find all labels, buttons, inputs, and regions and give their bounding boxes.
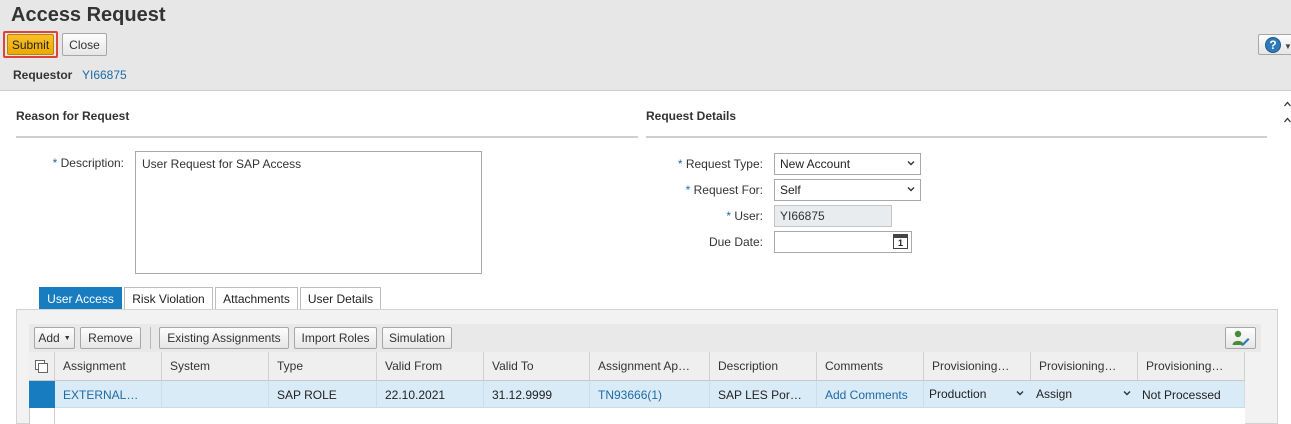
user-settings-button[interactable]	[1225, 327, 1256, 349]
requestor-label: Requestor	[13, 68, 73, 82]
request-type-label-text: Request Type:	[685, 157, 763, 171]
add-button[interactable]: Add ▼	[34, 327, 75, 349]
tab-user-details[interactable]: User Details	[300, 287, 381, 310]
chevron-down-icon	[907, 161, 915, 166]
col-header-valid-from[interactable]: Valid From	[377, 352, 484, 381]
chevron-down-icon	[1016, 391, 1024, 396]
col-header-assignment-approver[interactable]: Assignment Ap…	[590, 352, 710, 381]
required-mark: *	[726, 209, 731, 223]
reason-section-title: Reason for Request	[16, 109, 130, 123]
col-header-comments[interactable]: Comments	[817, 352, 924, 381]
provisioning-action-select[interactable]: Assign	[1032, 384, 1135, 405]
cell-assignment[interactable]: EXTERNAL…	[55, 381, 162, 408]
empty-row-selector	[29, 408, 55, 424]
col-header-provisioning-environment[interactable]: Provisioning…	[924, 352, 1031, 381]
add-button-label: Add	[38, 331, 60, 345]
help-button[interactable]: ? ▼	[1258, 34, 1291, 55]
cell-description: SAP LES Por…	[710, 381, 817, 408]
provisioning-action-value: Assign	[1036, 387, 1073, 401]
due-date-input[interactable]: 1	[774, 231, 912, 253]
request-for-label: * Request For:	[650, 183, 763, 197]
request-type-label: * Request Type:	[650, 157, 763, 171]
provisioning-environment-value: Production	[929, 387, 987, 401]
page-header: Access Request Submit Close ? ▼ Requesto…	[0, 0, 1291, 91]
select-all-button[interactable]	[29, 352, 55, 381]
description-label-text: Description:	[60, 156, 124, 170]
cell-approver[interactable]: TN93666(1)	[590, 381, 710, 408]
chevron-down-icon	[907, 187, 915, 192]
description-textarea[interactable]: User Request for SAP Access	[135, 151, 482, 274]
cell-system	[162, 381, 269, 408]
description-label: * Description:	[40, 156, 124, 170]
submit-button[interactable]: Submit	[7, 34, 54, 55]
due-date-label: Due Date:	[708, 235, 763, 249]
chevron-down-icon: ▼	[1284, 42, 1291, 51]
request-type-value: New Account	[780, 157, 851, 171]
existing-assignments-button[interactable]: Existing Assignments	[159, 327, 289, 349]
submit-highlight: Submit	[3, 31, 58, 58]
col-header-description[interactable]: Description	[710, 352, 817, 381]
tab-risk-violation[interactable]: Risk Violation	[124, 287, 213, 310]
remove-button[interactable]: Remove	[80, 327, 141, 349]
reason-divider	[16, 136, 638, 138]
request-for-select[interactable]: Self	[774, 179, 921, 201]
chevron-down-icon: ▼	[63, 334, 71, 342]
help-icon: ?	[1265, 37, 1281, 53]
row-selector[interactable]	[29, 381, 55, 408]
add-comments-link[interactable]: Add Comments	[817, 381, 924, 408]
toolbar-separator	[150, 327, 151, 349]
user-field: YI66875	[774, 205, 892, 227]
close-button[interactable]: Close	[62, 33, 107, 56]
col-header-valid-to[interactable]: Valid To	[484, 352, 590, 381]
cell-provisioning-status: Not Processed	[1138, 381, 1245, 408]
tab-user-access[interactable]: User Access	[39, 287, 122, 310]
person-edit-icon	[1232, 330, 1250, 346]
request-type-select[interactable]: New Account	[774, 153, 921, 175]
col-header-provisioning-status[interactable]: Provisioning…	[1138, 352, 1245, 381]
user-label: * User:	[650, 209, 763, 223]
calendar-icon[interactable]: 1	[893, 234, 908, 249]
request-for-label-text: Request For:	[693, 183, 763, 197]
col-header-assignment[interactable]: Assignment	[55, 352, 162, 381]
required-mark: *	[52, 156, 58, 170]
select-all-icon	[35, 360, 48, 373]
col-header-system[interactable]: System	[162, 352, 269, 381]
cell-valid-from[interactable]: 22.10.2021	[377, 381, 484, 408]
tab-attachments[interactable]: Attachments	[215, 287, 298, 310]
details-divider	[646, 136, 1267, 138]
request-for-value: Self	[780, 183, 801, 197]
col-header-type[interactable]: Type	[269, 352, 377, 381]
page-title: Access Request	[11, 4, 166, 26]
cell-type: SAP ROLE	[269, 381, 377, 408]
user-label-text: User:	[734, 209, 763, 223]
requestor-value[interactable]: YI66875	[82, 68, 127, 82]
required-mark: *	[685, 183, 691, 197]
cell-valid-to[interactable]: 31.12.9999	[484, 381, 590, 408]
col-header-provisioning-action[interactable]: Provisioning…	[1031, 352, 1138, 381]
chevron-down-icon	[1123, 391, 1131, 396]
details-section-title: Request Details	[646, 109, 737, 123]
simulation-button[interactable]: Simulation	[382, 327, 452, 349]
calendar-day: 1	[898, 238, 904, 248]
import-roles-button[interactable]: Import Roles	[294, 327, 377, 349]
scroll-up-icon[interactable]	[1283, 100, 1291, 130]
provisioning-environment-select[interactable]: Production	[925, 384, 1028, 405]
required-mark: *	[677, 157, 683, 171]
